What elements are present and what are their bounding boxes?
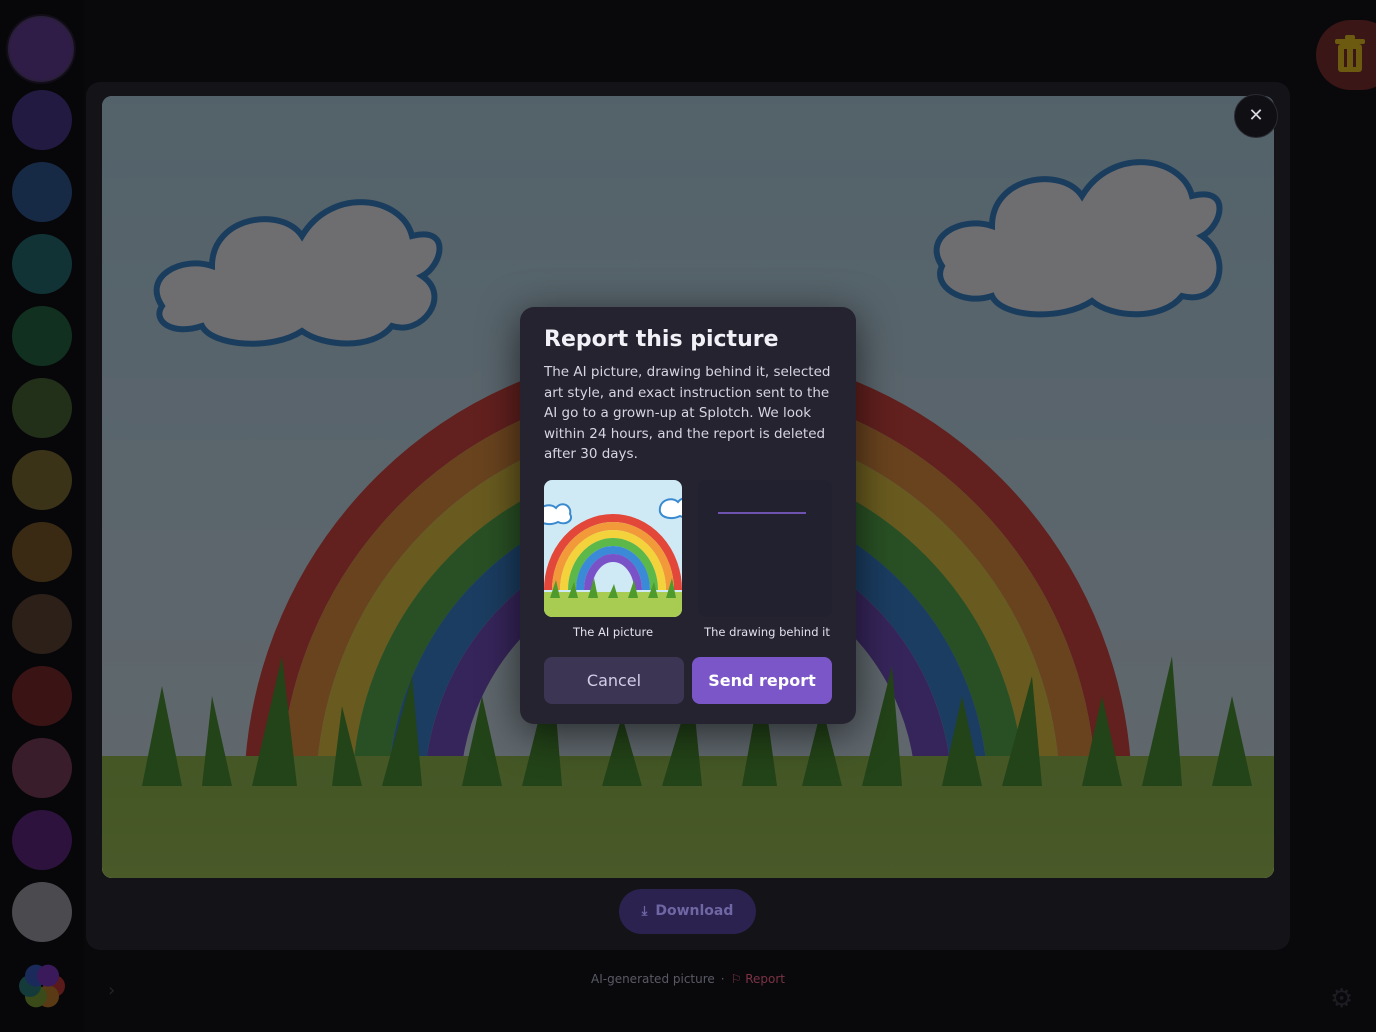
- close-icon: ✕: [1248, 105, 1264, 126]
- download-label: Download: [655, 903, 734, 919]
- mustard-swatch[interactable]: [12, 450, 72, 510]
- amber-swatch[interactable]: [12, 522, 72, 582]
- dialog-description: The AI picture, drawing behind it, selec…: [544, 364, 831, 462]
- purple-swatch[interactable]: [8, 16, 74, 82]
- violet-swatch[interactable]: [12, 810, 72, 870]
- trash-icon: [1335, 35, 1365, 72]
- download-icon: ⤓: [641, 904, 648, 919]
- flag-icon: ⚐: [730, 972, 742, 986]
- drawing-stroke: [718, 512, 806, 514]
- ai-generated-label: AI-generated picture: [591, 972, 715, 986]
- flower-palette-icon[interactable]: [16, 960, 68, 1012]
- dialog-title: Report this picture: [544, 327, 779, 352]
- drawing-thumbnail: [698, 480, 832, 617]
- gray-swatch[interactable]: [12, 882, 72, 942]
- indigo-swatch[interactable]: [12, 90, 72, 150]
- send-report-button[interactable]: Send report: [692, 657, 832, 704]
- report-dialog: Report this picture The AI picture, draw…: [520, 307, 856, 724]
- teal-swatch[interactable]: [12, 234, 72, 294]
- report-link[interactable]: ⚐ Report: [731, 972, 785, 986]
- navy-swatch[interactable]: [12, 162, 72, 222]
- green-swatch[interactable]: [12, 306, 72, 366]
- red-swatch[interactable]: [12, 666, 72, 726]
- cancel-button[interactable]: Cancel: [544, 657, 684, 704]
- footer-separator: ·: [720, 972, 725, 986]
- color-palette: [0, 0, 84, 1032]
- picture-footer: AI-generated picture · ⚐ Report: [0, 972, 1376, 986]
- olive-swatch[interactable]: [12, 378, 72, 438]
- rose-swatch[interactable]: [12, 738, 72, 798]
- clear-canvas-button[interactable]: [1316, 20, 1376, 90]
- report-link-label: Report: [745, 972, 785, 986]
- close-viewer-button[interactable]: ✕: [1234, 94, 1278, 138]
- ai-picture-thumbnail: [544, 480, 682, 617]
- ai-picture-caption: The AI picture: [572, 625, 654, 639]
- brown-swatch[interactable]: [12, 594, 72, 654]
- gear-icon[interactable]: ⚙: [1330, 984, 1353, 1014]
- drawing-caption: The drawing behind it: [704, 625, 830, 639]
- download-button[interactable]: ⤓ Download: [619, 889, 756, 934]
